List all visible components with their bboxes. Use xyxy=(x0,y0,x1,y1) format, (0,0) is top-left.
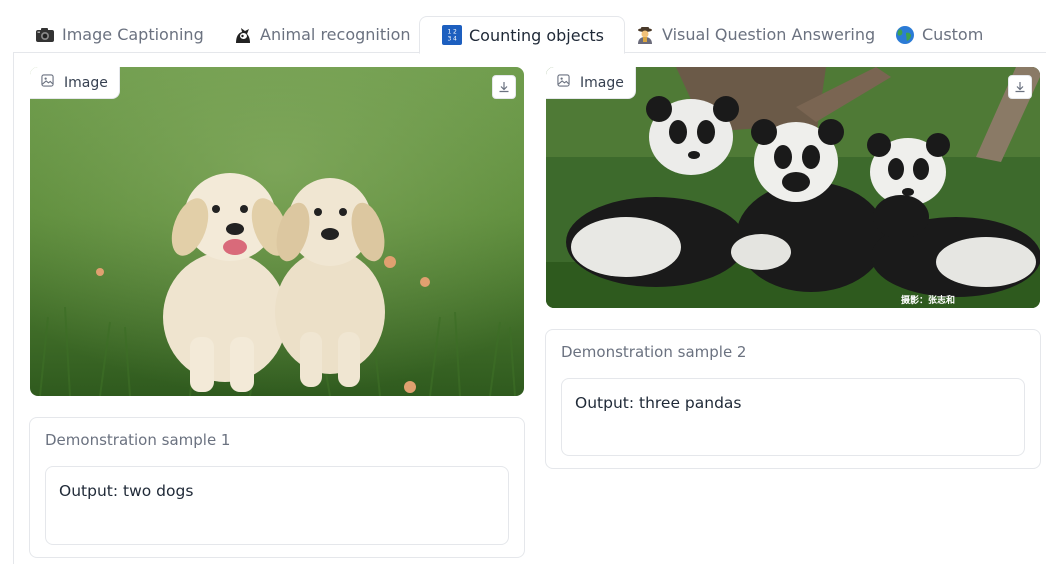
panel-border xyxy=(13,52,14,564)
demonstration-sample-2: Demonstration sample 2 Output: three pan… xyxy=(545,329,1041,469)
camera-icon xyxy=(35,25,55,45)
tab-label: Animal recognition xyxy=(260,25,411,44)
output-textbox[interactable]: Output: two dogs xyxy=(45,466,509,545)
demo-title: Demonstration sample 2 xyxy=(561,343,747,361)
detective-person-icon xyxy=(635,25,655,45)
tab-image-captioning[interactable]: Image Captioning xyxy=(35,16,204,53)
dogs-photo xyxy=(30,67,524,396)
globe-icon xyxy=(895,25,915,45)
photo-watermark: 摄影：张志和 xyxy=(901,294,955,306)
image-label-badge: Image xyxy=(546,67,636,99)
download-button[interactable] xyxy=(1008,75,1032,99)
demonstration-sample-1: Demonstration sample 1 Output: two dogs xyxy=(29,417,525,558)
svg-text:2: 2 xyxy=(453,29,457,36)
tab-visual-question-answering[interactable]: Visual Question Answering xyxy=(635,16,875,53)
numbers-1234-icon: 1234 xyxy=(442,25,462,45)
tab-counting-objects[interactable]: 1234 Counting objects xyxy=(419,16,625,54)
svg-text:3: 3 xyxy=(448,36,452,43)
svg-text:4: 4 xyxy=(453,36,457,43)
demo-title: Demonstration sample 1 xyxy=(45,431,231,449)
image-icon xyxy=(41,74,54,91)
image-label-text: Image xyxy=(64,74,108,91)
tab-bar: Image Captioning Animal recognition 1234… xyxy=(13,16,1046,54)
sample-1-image-panel: Image xyxy=(30,67,524,396)
download-button[interactable] xyxy=(492,75,516,99)
tab-label: Image Captioning xyxy=(62,25,204,44)
tab-animal-recognition[interactable]: Animal recognition xyxy=(233,16,411,53)
sample-2-image-panel: Image 摄影：张志和 xyxy=(546,67,1040,308)
image-icon xyxy=(557,74,570,91)
output-textbox[interactable]: Output: three pandas xyxy=(561,378,1025,456)
image-label-badge: Image xyxy=(30,67,120,99)
pandas-photo: 摄影：张志和 xyxy=(546,67,1040,308)
image-label-text: Image xyxy=(580,74,624,91)
tab-label: Custom xyxy=(922,25,984,44)
download-icon xyxy=(498,78,510,97)
detective-icon xyxy=(233,25,253,45)
download-icon xyxy=(1014,78,1026,97)
svg-text:1: 1 xyxy=(448,29,452,36)
tab-custom[interactable]: Custom xyxy=(895,16,983,53)
tab-label: Visual Question Answering xyxy=(662,25,876,44)
tab-label: Counting objects xyxy=(469,25,604,45)
